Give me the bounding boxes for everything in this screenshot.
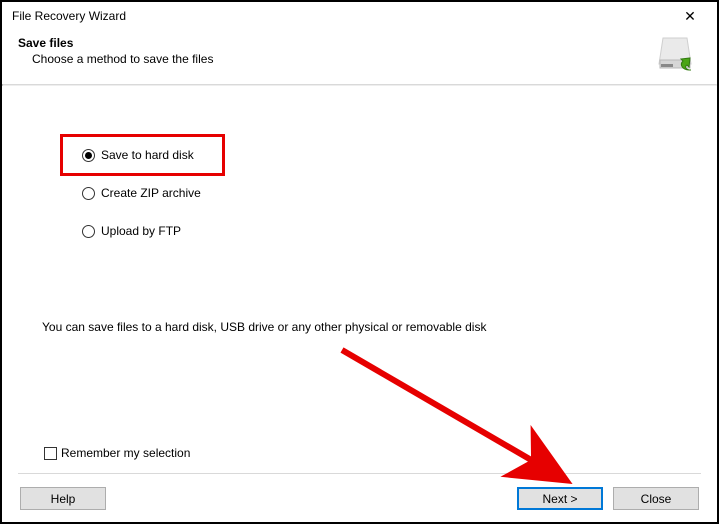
option-label: Create ZIP archive (101, 186, 201, 200)
titlebar: File Recovery Wizard ✕ (2, 2, 717, 30)
option-save-hard-disk[interactable]: Save to hard disk (82, 146, 201, 164)
close-button[interactable]: Close (613, 487, 699, 510)
option-description: You can save files to a hard disk, USB d… (42, 320, 677, 334)
content-area: Save to hard disk Create ZIP archive Upl… (2, 86, 717, 334)
footer-divider (18, 473, 701, 474)
checkbox-label: Remember my selection (61, 446, 190, 460)
wizard-window: File Recovery Wizard ✕ Save files Choose… (0, 0, 719, 524)
next-button[interactable]: Next > (517, 487, 603, 510)
radio-icon (82, 225, 95, 238)
option-create-zip[interactable]: Create ZIP archive (82, 184, 201, 202)
help-button[interactable]: Help (20, 487, 106, 510)
radio-icon (82, 187, 95, 200)
option-label: Upload by FTP (101, 224, 181, 238)
wizard-header: Save files Choose a method to save the f… (2, 30, 717, 84)
close-icon[interactable]: ✕ (671, 4, 709, 28)
button-bar: Help Next > Close (2, 487, 717, 510)
option-label: Save to hard disk (101, 148, 194, 162)
checkbox-icon (44, 447, 57, 460)
page-subtitle: Choose a method to save the files (32, 52, 213, 66)
drive-recover-icon (657, 34, 697, 74)
option-upload-ftp[interactable]: Upload by FTP (82, 222, 201, 240)
radio-icon (82, 149, 95, 162)
annotation-arrow (332, 340, 592, 500)
page-title: Save files (18, 36, 213, 50)
window-title: File Recovery Wizard (12, 9, 126, 23)
remember-selection-checkbox[interactable]: Remember my selection (44, 446, 190, 460)
